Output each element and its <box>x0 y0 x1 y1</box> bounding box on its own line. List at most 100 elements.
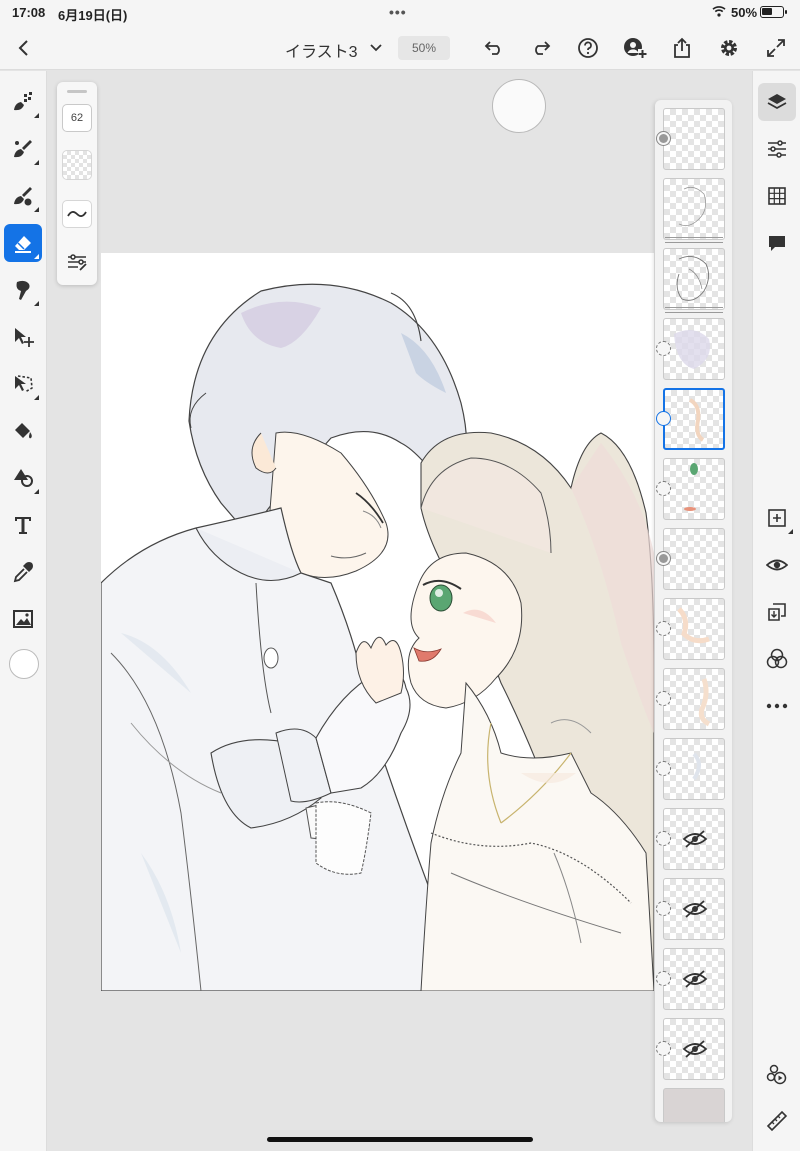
grid-icon <box>768 187 786 205</box>
fill-icon <box>15 423 32 439</box>
multitasking-dots[interactable]: ••• <box>389 4 407 20</box>
transform-icon <box>15 328 34 347</box>
layer-thumbnail[interactable] <box>663 668 725 730</box>
brush-size-control[interactable]: 62 <box>62 104 92 132</box>
layer-thumbnail-hidden[interactable] <box>663 878 725 940</box>
layer-thumbnail[interactable] <box>663 178 725 240</box>
undo-button[interactable] <box>480 34 508 62</box>
fullscreen-button[interactable] <box>762 34 790 62</box>
layer-mode-indicator[interactable] <box>656 621 671 636</box>
layer-thumbnail[interactable] <box>663 318 725 380</box>
layer-preview-shading <box>698 678 711 727</box>
color-swatch[interactable] <box>9 649 39 679</box>
document-title[interactable]: イラスト3 <box>285 38 358 62</box>
layer-preview-lineart <box>676 255 709 301</box>
comments-icon <box>769 236 785 251</box>
layer-mode-indicator[interactable] <box>656 1041 671 1056</box>
drawing-canvas[interactable] <box>101 253 654 991</box>
panel-grip-handle[interactable] <box>67 90 87 93</box>
layer-thumbnail-hidden[interactable] <box>663 948 725 1010</box>
layer-thumbnail-hidden[interactable] <box>663 808 725 870</box>
layer-group-divider <box>665 307 723 308</box>
layer-group-divider <box>665 312 723 313</box>
layer-mode-indicator[interactable] <box>656 901 671 916</box>
top-toolbar: イラスト3 50% <box>0 26 800 70</box>
layer-thumbnail[interactable] <box>663 528 725 590</box>
layer-preview-color <box>674 330 710 369</box>
layer-mode-indicator[interactable] <box>656 551 671 566</box>
back-button[interactable] <box>10 34 38 62</box>
shapes-tool[interactable] <box>4 459 42 497</box>
transform-tool[interactable] <box>4 318 42 356</box>
live-brush-icon <box>14 140 32 158</box>
image-tool[interactable] <box>4 600 42 638</box>
layer-thumbnail-hidden[interactable] <box>663 1018 725 1080</box>
timelapse-icon <box>766 1064 787 1085</box>
layer-mode-indicator[interactable] <box>656 971 671 986</box>
title-menu-button[interactable] <box>368 38 384 58</box>
layer-thumbnail[interactable] <box>663 1088 725 1122</box>
eraser-tool[interactable] <box>4 224 42 262</box>
brush-settings-button[interactable] <box>64 250 90 274</box>
tool-bar <box>0 71 47 1151</box>
grid-button[interactable] <box>758 177 796 215</box>
home-indicator[interactable] <box>267 1137 533 1142</box>
battery-fill <box>762 8 772 15</box>
pixel-brush-tool[interactable] <box>4 83 42 121</box>
layers-button[interactable] <box>758 83 796 121</box>
touch-shortcut-button[interactable] <box>492 79 546 133</box>
layer-thumbnail[interactable] <box>663 108 725 170</box>
layer-visibility-button[interactable] <box>758 546 796 584</box>
layer-thumbnail[interactable] <box>663 458 725 520</box>
redo-button[interactable] <box>527 34 555 62</box>
zoom-level[interactable]: 50% <box>398 36 450 60</box>
text-icon <box>15 517 31 534</box>
vector-brush-tool[interactable] <box>4 177 42 215</box>
share-button[interactable] <box>668 34 696 62</box>
layer-mode-indicator[interactable] <box>656 411 671 426</box>
help-button[interactable] <box>574 34 602 62</box>
layer-mode-indicator[interactable] <box>656 131 671 146</box>
layer-mode-indicator[interactable] <box>656 761 671 776</box>
settings-button[interactable] <box>715 34 743 62</box>
layer-preview-shading <box>677 607 710 644</box>
hidden-eye-icon <box>682 970 708 988</box>
blend-mode-button[interactable] <box>758 640 796 678</box>
layer-thumbnail[interactable] <box>663 248 725 310</box>
ruler-button[interactable] <box>758 1102 796 1140</box>
layer-preview-sketch <box>678 186 707 227</box>
brush-smoothing-control[interactable] <box>62 200 92 228</box>
add-layer-button[interactable] <box>758 499 796 537</box>
visibility-icon <box>766 559 788 571</box>
smudge-tool[interactable] <box>4 271 42 309</box>
brush-opacity-control[interactable] <box>62 150 92 180</box>
more-options-button[interactable] <box>758 687 796 725</box>
wave-icon <box>67 211 87 217</box>
image-icon <box>13 610 33 628</box>
timelapse-button[interactable] <box>758 1055 796 1093</box>
hidden-eye-icon <box>682 830 708 848</box>
layer-mode-indicator[interactable] <box>656 341 671 356</box>
fill-tool[interactable] <box>4 412 42 450</box>
text-tool[interactable] <box>4 506 42 544</box>
layer-preview-light <box>692 752 701 781</box>
layer-thumbnail[interactable] <box>663 598 725 660</box>
status-date: 6月19日(日) <box>58 8 128 23</box>
layer-properties-button[interactable] <box>758 130 796 168</box>
live-brush-tool[interactable] <box>4 130 42 168</box>
layer-mode-indicator[interactable] <box>656 831 671 846</box>
layer-thumbnail[interactable] <box>663 738 725 800</box>
more-icon <box>766 703 788 709</box>
hidden-eye-icon <box>682 900 708 918</box>
layer-mode-indicator[interactable] <box>656 691 671 706</box>
layer-mode-indicator[interactable] <box>656 481 671 496</box>
comments-button[interactable] <box>758 224 796 262</box>
layer-group-divider <box>665 242 723 243</box>
lasso-select-tool[interactable] <box>4 365 42 403</box>
wifi-icon <box>712 6 726 17</box>
eyedropper-tool[interactable] <box>4 553 42 591</box>
invite-icon <box>624 38 647 58</box>
merge-down-button[interactable] <box>758 593 796 631</box>
layer-thumbnail-selected[interactable] <box>663 388 725 450</box>
invite-button[interactable] <box>621 34 649 62</box>
